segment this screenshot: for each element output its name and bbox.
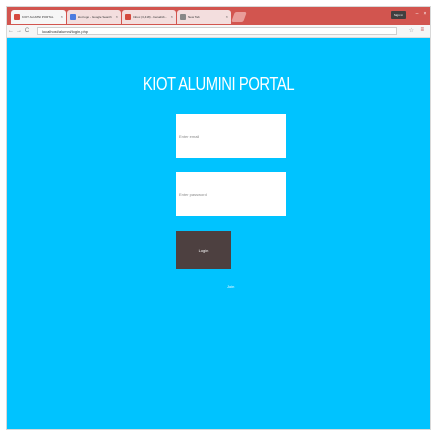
favicon-icon: [14, 14, 20, 20]
tab-strip: KIOT ALUMNI PORTAL × kiot logo - Google …: [7, 7, 430, 25]
favicon-icon: [125, 14, 131, 20]
tab-google-search[interactable]: kiot logo - Google Search ×: [67, 10, 121, 24]
tab-kiot-alumni-portal[interactable]: KIOT ALUMNI PORTAL ×: [11, 10, 66, 24]
tab-inbox[interactable]: Inbox (3,418) - benalnib... ×: [122, 10, 176, 24]
email-field[interactable]: [176, 114, 286, 158]
close-window-icon[interactable]: ×: [422, 10, 428, 18]
tab-label: New Tab: [188, 15, 200, 19]
minimize-icon[interactable]: –: [414, 10, 420, 18]
browser-window: KIOT ALUMNI PORTAL × kiot logo - Google …: [6, 6, 431, 430]
page-title: KIOT ALUMINI PORTAL: [142, 74, 295, 94]
tab-label: KIOT ALUMNI PORTAL: [22, 15, 54, 19]
address-bar[interactable]: localhost/alumni/login.php: [37, 27, 397, 35]
close-icon[interactable]: ×: [61, 10, 63, 24]
reload-icon[interactable]: C: [23, 28, 31, 34]
menu-icon[interactable]: ≡: [420, 27, 424, 33]
favicon-icon: [70, 14, 76, 20]
tab-label: kiot logo - Google Search: [78, 15, 112, 19]
window-controls: – ×: [414, 10, 428, 18]
tab-new-tab[interactable]: New Tab ×: [177, 10, 231, 24]
join-link[interactable]: Join: [227, 284, 234, 289]
login-button[interactable]: Login: [176, 231, 231, 269]
close-icon[interactable]: ×: [171, 10, 173, 24]
favicon-icon: [180, 14, 186, 20]
browser-toolbar: ← → C localhost/alumni/login.php ☆ ≡: [7, 25, 430, 38]
new-tab-button[interactable]: [231, 12, 247, 22]
close-icon[interactable]: ×: [116, 10, 118, 24]
page-content: KIOT ALUMINI PORTAL Login Join: [7, 38, 430, 429]
close-icon[interactable]: ×: [226, 10, 228, 24]
back-icon[interactable]: ←: [7, 28, 15, 34]
signin-button[interactable]: Sign in: [390, 11, 406, 19]
tab-label: Inbox (3,418) - benalnib...: [133, 15, 168, 19]
bookmark-star-icon[interactable]: ☆: [409, 27, 414, 34]
password-field[interactable]: [176, 172, 286, 216]
forward-icon[interactable]: →: [15, 28, 23, 34]
